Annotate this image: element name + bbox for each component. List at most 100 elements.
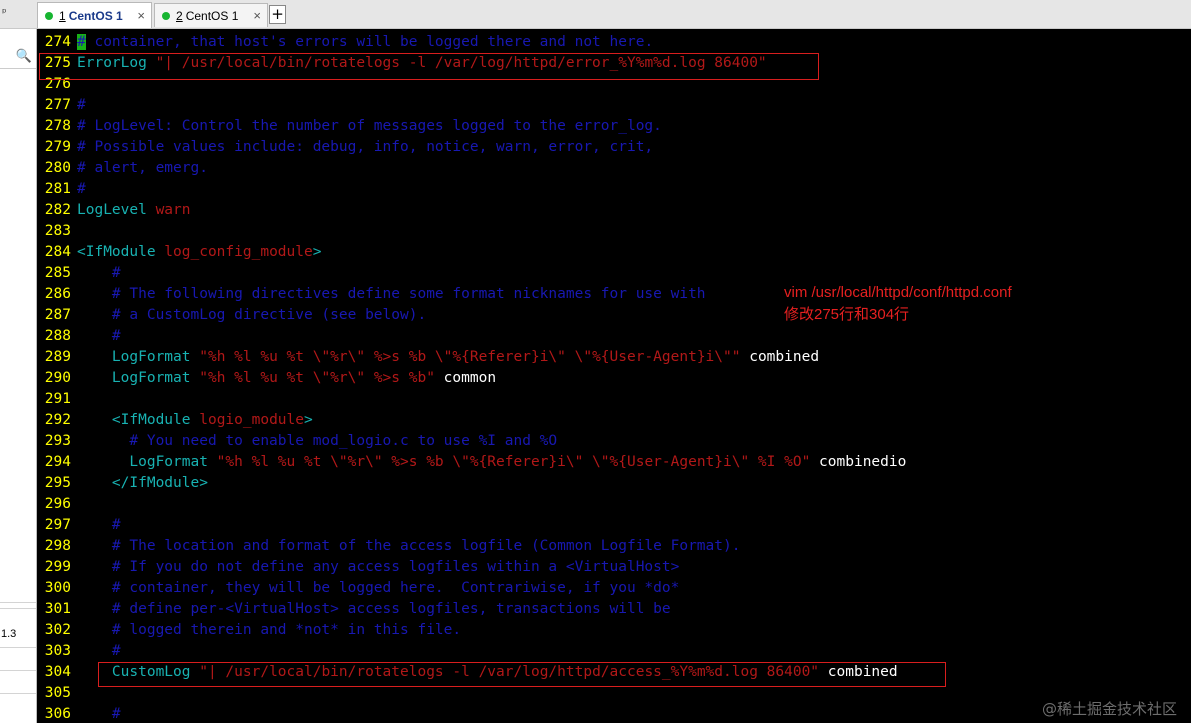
line-number: 306: [44, 706, 71, 722]
tab-bar: ᵖ 1 CentOS 1 × 2 CentOS 1 × +: [0, 0, 1191, 29]
tab-close-icon[interactable]: ×: [137, 8, 145, 23]
highlight-box-line-275: [39, 53, 819, 80]
code-directive: LogFormat: [77, 454, 208, 470]
line-number: 285: [44, 265, 71, 281]
code-line: 274 # container, that host's errors will …: [37, 32, 653, 53]
line-number: 280: [44, 160, 71, 176]
code-line: 285 #: [37, 263, 121, 284]
code-comment: #: [77, 643, 121, 659]
code-directive: >: [304, 412, 313, 428]
code-line: 297 #: [37, 515, 121, 536]
code-comment: #: [77, 181, 86, 197]
code-line: 280 # alert, emerg.: [37, 158, 208, 179]
code-comment: # You need to enable mod_logio.c to use …: [77, 433, 558, 449]
code-line: 293 # You need to enable mod_logio.c to …: [37, 431, 557, 452]
code-line: 277 #: [37, 95, 86, 116]
code-line: 283: [37, 221, 77, 242]
tab-number: 2: [176, 8, 183, 23]
line-number: 277: [44, 97, 71, 113]
code-comment: #: [77, 328, 121, 344]
code-line: 289 LogFormat "%h %l %u %t \"%r\" %>s %b…: [37, 347, 819, 368]
code-comment: # Possible values include: debug, info, …: [77, 139, 654, 155]
code-directive: <IfModule: [77, 244, 156, 260]
code-directive: </IfModule>: [77, 475, 208, 491]
tab-centos-1[interactable]: 1 CentOS 1 ×: [37, 2, 152, 28]
watermark: @稀土掘金技术社区: [1041, 700, 1177, 718]
line-number: 297: [44, 517, 71, 533]
code-line: 303 #: [37, 641, 121, 662]
code-argument: "%h %l %u %t \"%r\" %>s %b \"%{Referer}i…: [190, 349, 741, 365]
new-tab-button[interactable]: +: [269, 5, 286, 24]
code-line: 292 <IfModule logio_module>: [37, 410, 313, 431]
code-directive: LogLevel: [77, 202, 147, 218]
code-comment: # The location and format of the access …: [77, 538, 741, 554]
connected-status-icon: [45, 11, 53, 20]
code-text: common: [434, 370, 497, 386]
connected-status-icon: [162, 11, 170, 20]
tab-close-icon[interactable]: ×: [253, 8, 261, 23]
annotation-command: vim /usr/local/httpd/conf/httpd.conf: [784, 284, 1012, 301]
line-number: 289: [44, 349, 71, 365]
terminal-view[interactable]: 274 # container, that host's errors will …: [37, 29, 1191, 723]
code-comment: # a CustomLog directive (see below).: [77, 307, 427, 323]
code-argument: "%h %l %u %t \"%r\" %>s %b \"%{Referer}i…: [207, 454, 811, 470]
line-number: 305: [44, 685, 71, 701]
line-number: 288: [44, 328, 71, 344]
code-comment: # LogLevel: Control the number of messag…: [77, 118, 662, 134]
code-line: 305: [37, 683, 77, 704]
line-number: 290: [44, 370, 71, 386]
line-number: 298: [44, 538, 71, 554]
line-number: 281: [44, 181, 71, 197]
code-line: 301 # define per-<VirtualHost> access lo…: [37, 599, 671, 620]
code-line: 278 # LogLevel: Control the number of mes…: [37, 116, 662, 137]
line-number: 293: [44, 433, 71, 449]
line-number: 278: [44, 118, 71, 134]
tab-number: 1: [59, 8, 66, 23]
pin-icon[interactable]: ᵖ: [2, 6, 7, 19]
line-number: 292: [44, 412, 71, 428]
line-number: 295: [44, 475, 71, 491]
code-comment: container, that host's errors will be lo…: [85, 34, 654, 50]
line-number: 301: [44, 601, 71, 617]
line-number: 286: [44, 286, 71, 302]
line-number: 304: [44, 664, 71, 680]
line-number: 279: [44, 139, 71, 155]
code-directive: LogFormat: [77, 349, 191, 365]
code-comment: # container, they will be logged here. C…: [77, 580, 680, 596]
sidebar-value: 1.3: [1, 628, 17, 640]
line-number: 303: [44, 643, 71, 659]
line-number: 294: [44, 454, 71, 470]
line-number: 274: [44, 34, 71, 50]
code-line: 302 # logged therein and *not* in this f…: [37, 620, 461, 641]
line-number: 284: [44, 244, 71, 260]
line-number: 302: [44, 622, 71, 638]
code-comment: # alert, emerg.: [77, 160, 208, 176]
code-argument: log_config_module: [155, 244, 313, 260]
code-line: 296: [37, 494, 77, 515]
code-line: 288 #: [37, 326, 121, 347]
code-comment: #: [77, 517, 121, 533]
code-directive: <IfModule: [77, 412, 191, 428]
code-comment: #: [77, 706, 121, 722]
line-number: 299: [44, 559, 71, 575]
code-directive: LogFormat: [77, 370, 191, 386]
code-line: 291: [37, 389, 77, 410]
code-argument: "%h %l %u %t \"%r\" %>s %b": [190, 370, 435, 386]
highlight-box-line-304: [98, 662, 946, 687]
search-icon[interactable]: 🔍: [0, 49, 36, 69]
code-text: combinedio: [810, 454, 907, 470]
code-line: 299 # If you do not define any access lo…: [37, 557, 680, 578]
code-line: 281 #: [37, 179, 86, 200]
code-line: 282 LogLevel warn: [37, 200, 191, 221]
code-line: 286 # The following directives define so…: [37, 284, 706, 305]
code-line: 284 <IfModule log_config_module>: [37, 242, 322, 263]
line-number: 282: [44, 202, 71, 218]
tab-centos-2[interactable]: 2 CentOS 1 ×: [154, 3, 268, 27]
code-comment: #: [77, 265, 121, 281]
line-number: 300: [44, 580, 71, 596]
tab-label: CentOS 1: [185, 8, 239, 23]
code-comment: # logged therein and *not* in this file.: [77, 622, 462, 638]
line-number: 287: [44, 307, 71, 323]
code-line: 290 LogFormat "%h %l %u %t \"%r\" %>s %b…: [37, 368, 496, 389]
code-line: 295 </IfModule>: [37, 473, 208, 494]
